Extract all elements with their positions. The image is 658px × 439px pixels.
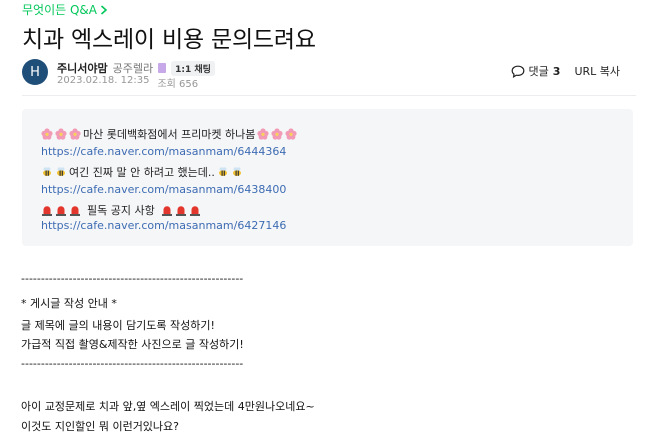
post-date: 2023.02.18. 12:35 bbox=[57, 75, 150, 86]
chat-button[interactable]: 1:1 채팅 bbox=[171, 60, 215, 76]
notice-link-3[interactable]: https://cafe.naver.com/masanmam/6427146 bbox=[41, 219, 286, 232]
notice-line-2: 여긴 진짜 말 안 하려고 했는데.. bbox=[41, 164, 243, 180]
comment-icon bbox=[511, 65, 524, 78]
notice-link-2[interactable]: https://cafe.naver.com/masanmam/6438400 bbox=[41, 183, 286, 196]
siren-icon bbox=[56, 205, 66, 216]
header-divider bbox=[22, 95, 636, 96]
post-body-line-1: 아이 교정문제로 치과 앞,옆 엑스레이 찍었는데 4만원나오네요~ bbox=[21, 400, 315, 413]
bee-icon bbox=[218, 167, 227, 176]
member-grade: 공주렐라 bbox=[112, 62, 154, 75]
guide-title: * 게시글 작성 안내 * bbox=[21, 297, 117, 310]
breadcrumb[interactable]: 무엇이든 Q&A bbox=[22, 1, 108, 18]
siren-icon bbox=[161, 205, 172, 216]
guide-item-1: 글 제목에 글의 내용이 담기도록 작성하기! bbox=[21, 319, 215, 332]
siren-icon bbox=[42, 205, 52, 216]
siren-icon bbox=[175, 205, 186, 216]
comment-label: 댓글 bbox=[528, 65, 549, 78]
siren-icon bbox=[189, 205, 200, 216]
bee-icon bbox=[232, 167, 241, 176]
flower-icon bbox=[55, 128, 67, 140]
separator-line-1: ----------------------------------------… bbox=[21, 272, 244, 285]
post-meta: 2023.02.18. 12:35 조회 656 bbox=[57, 75, 198, 90]
bee-icon bbox=[43, 167, 51, 176]
notice-text-3: 필독 공지 사항 bbox=[87, 204, 155, 217]
comment-button[interactable]: 댓글 3 bbox=[511, 63, 561, 79]
breadcrumb-board-link[interactable]: 무엇이든 Q&A bbox=[22, 1, 97, 18]
post-body-line-2: 이것도 지인할인 뭐 이런거있나요? bbox=[21, 420, 180, 433]
author-nickname[interactable]: 주니서야맘 bbox=[57, 60, 108, 76]
grade-icon bbox=[158, 63, 167, 73]
chevron-right-icon bbox=[100, 4, 108, 15]
siren-icon bbox=[70, 205, 80, 216]
post-title: 치과 엑스레이 비용 문의드려요 bbox=[22, 27, 316, 53]
view-count: 조회 656 bbox=[157, 79, 199, 90]
notice-text-1: 마산 롯데백화점에서 프리마켓 하나봄 bbox=[83, 128, 256, 141]
flower-icon bbox=[285, 128, 298, 140]
notice-line-1: 마산 롯데백화점에서 프리마켓 하나봄 bbox=[41, 126, 298, 142]
notice-link-1[interactable]: https://cafe.naver.com/masanmam/6444364 bbox=[41, 145, 286, 158]
flower-icon bbox=[271, 128, 284, 140]
flower-icon bbox=[69, 128, 81, 140]
flower-icon bbox=[257, 128, 270, 140]
bee-icon bbox=[57, 167, 65, 176]
avatar[interactable]: H bbox=[22, 59, 48, 85]
separator-line-2: ----------------------------------------… bbox=[21, 357, 244, 370]
post-tools: 댓글 3 URL 복사 bbox=[511, 63, 620, 79]
url-copy-button[interactable]: URL 복사 bbox=[574, 63, 620, 79]
notice-line-3: 필독 공지 사항 bbox=[41, 202, 201, 218]
guide-item-2: 가급적 직접 촬영&제작한 사진으로 글 작성하기! bbox=[21, 338, 244, 351]
comment-count: 3 bbox=[552, 64, 561, 78]
author-row: 주니서야맘 공주렐라 1:1 채팅 bbox=[57, 60, 215, 76]
notice-text-2: 여긴 진짜 말 안 하려고 했는데.. bbox=[69, 166, 215, 179]
flower-icon bbox=[41, 128, 53, 140]
notice-box: 마산 롯데백화점에서 프리마켓 하나봄 https://cafe.naver.c… bbox=[22, 109, 633, 246]
